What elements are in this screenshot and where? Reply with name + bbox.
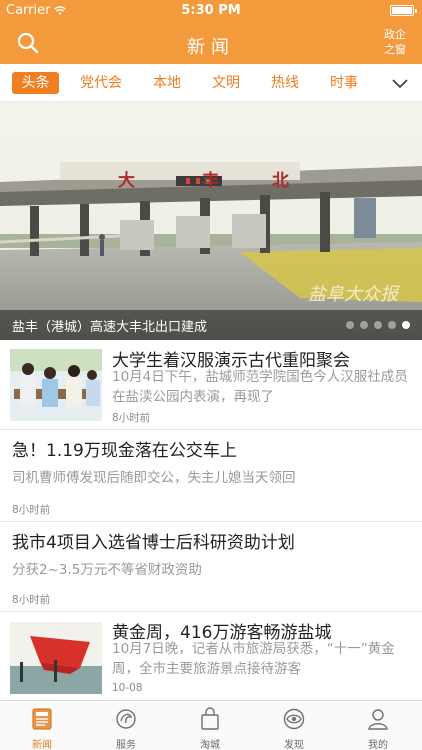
profile-icon	[368, 709, 388, 730]
tabbar-shop[interactable]: 淘城	[168, 701, 252, 750]
tab-headlines[interactable]: 头条	[12, 72, 59, 94]
news-summary: 10月7日晚，记者从市旅游局获悉，“十一”黄金周，全市主要旅游景点接待游客	[112, 641, 395, 677]
status-bar: Carrier 5:30 PM	[0, 0, 422, 22]
gov-window-line1: 政企	[384, 28, 406, 41]
chevron-down-icon[interactable]	[390, 73, 410, 93]
shopping-bag-icon	[201, 707, 219, 730]
banner-caption-bar: 盐丰（港城）高速大丰北出口建成	[0, 310, 422, 340]
tab-local[interactable]: 本地	[146, 72, 188, 94]
carousel-dot[interactable]	[346, 321, 354, 329]
news-icon	[32, 708, 52, 730]
tabbar-label: 新闻	[32, 740, 52, 750]
tab-hotline[interactable]: 热线	[264, 72, 306, 94]
news-time: 8小时前	[12, 594, 51, 606]
news-time: 8小时前	[12, 504, 51, 516]
news-headline: 我市4项目入选省博士后科研资助计划	[12, 533, 295, 553]
news-thumbnail	[10, 349, 102, 421]
tabbar-discover[interactable]: 发现	[252, 701, 336, 750]
tab-current-affairs[interactable]: 时事	[323, 72, 365, 94]
newspaper-watermark: 盐阜大众报	[308, 284, 398, 305]
nav-bar: 新闻 政企 之窗	[0, 22, 422, 64]
top-bar: Carrier 5:30 PM 新闻 政企 之窗	[0, 0, 422, 64]
news-thumbnail	[10, 622, 102, 694]
page-title: 新闻	[187, 37, 235, 58]
banner-caption: 盐丰（港城）高速大丰北出口建成	[12, 320, 208, 335]
toll-sign-char-1: 大	[118, 171, 135, 191]
carousel-dot-active[interactable]	[402, 321, 410, 329]
status-time: 5:30 PM	[181, 3, 241, 18]
tabbar-news[interactable]: 新闻	[0, 701, 84, 750]
tab-party-congress[interactable]: 党代会	[76, 72, 126, 94]
category-tabs: 头条 党代会 本地 文明 热线 时事	[0, 64, 422, 102]
tabbar-label: 发现	[284, 740, 304, 750]
battery-icon	[390, 5, 417, 16]
news-item[interactable]: 黄金周，416万游客畅游盐城 10月7日晚，记者从市旅游局获悉，“十一”黄金周，…	[0, 612, 422, 700]
news-headline: 急！1.19万现金落在公交车上	[12, 441, 237, 461]
tabbar-label: 淘城	[200, 740, 220, 750]
news-summary: 10月4日下午，盐城师范学院国色今人汉服社成员在盐渎公园内表演，再现了	[112, 369, 408, 405]
tabbar-profile[interactable]: 我的	[336, 701, 420, 750]
tab-civilization[interactable]: 文明	[205, 72, 247, 94]
service-icon	[116, 709, 136, 729]
news-item[interactable]: 我市4项目入选省博士后科研资助计划 分获2~3.5万元不等省财政资助 8小时前	[0, 522, 422, 612]
tabbar-label: 服务	[116, 740, 136, 750]
toll-sign-char-3: 北	[272, 171, 289, 191]
tabbar-service[interactable]: 服务	[84, 701, 168, 750]
carousel-dot[interactable]	[374, 321, 382, 329]
gov-window-button[interactable]: 政企 之窗	[380, 27, 410, 57]
news-time: 8小时前	[112, 412, 151, 424]
banner-carousel[interactable]: 大 丰 北 盐阜大众报 盐丰（港城）高速大丰北出口建成	[0, 102, 422, 340]
bottom-tab-bar: 新闻 服务 淘城 发现 我的	[0, 700, 422, 750]
news-summary: 司机曹师傅发现后随即交公，失主儿媳当天领回	[12, 470, 296, 486]
carousel-dots	[346, 321, 410, 329]
tabbar-label: 我的	[368, 740, 388, 750]
news-summary: 分获2~3.5万元不等省财政资助	[12, 562, 202, 578]
discover-eye-icon	[283, 708, 305, 730]
news-item[interactable]: 大学生着汉服演示古代重阳聚会 10月4日下午，盐城师范学院国色今人汉服社成员在盐…	[0, 340, 422, 430]
toll-sign-char-2: 丰	[202, 171, 219, 191]
gov-window-line2: 之窗	[384, 43, 406, 56]
carousel-dot[interactable]	[388, 321, 396, 329]
news-time: 10-08	[112, 682, 143, 694]
carousel-dot[interactable]	[360, 321, 368, 329]
news-item[interactable]: 急！1.19万现金落在公交车上 司机曹师傅发现后随即交公，失主儿媳当天领回 8小…	[0, 430, 422, 522]
